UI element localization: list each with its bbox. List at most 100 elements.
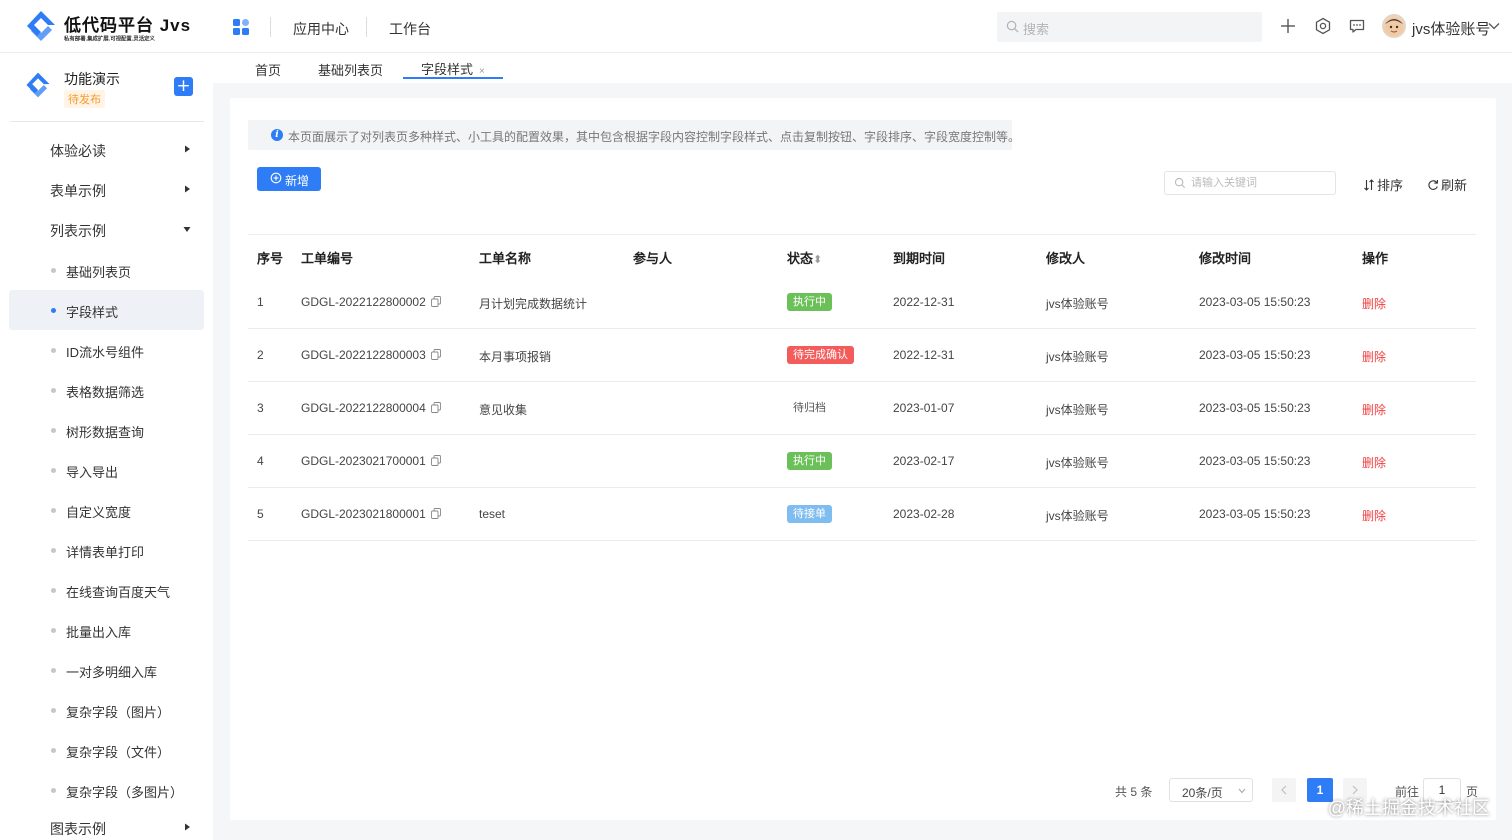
sidebar: 功能演示 待发布 + 体验必读 表单示例 列表示例 基础列表页 字段样式 ID流… [0,53,213,840]
tab-home[interactable]: 首页 [255,60,281,79]
cell-code: GDGL-2023021800001 [301,507,441,521]
delete-link[interactable]: 删除 [1362,348,1386,365]
table-divider [248,234,1476,235]
sidebar-item-table-filter[interactable]: 表格数据筛选 [9,370,204,410]
sidebar-divider [10,121,204,122]
page-size-select[interactable]: 20条/页 [1169,778,1253,802]
tab-field-style[interactable]: 字段样式 × [421,59,485,78]
user-name[interactable]: jvs体验账号 [1412,18,1490,39]
bullet-dot [51,628,56,633]
sidebar-item-batch-stock[interactable]: 批量出入库 [9,610,204,650]
sidebar-item-label: 批量出入库 [66,625,132,640]
sidebar-item-complex-file[interactable]: 复杂字段（文件） [9,730,204,770]
tab-basic-list[interactable]: 基础列表页 [318,60,383,79]
settings-gear-icon[interactable] [1314,17,1332,35]
menu-group-intro[interactable]: 体验必读 [0,130,213,170]
jvs-logo-icon[interactable] [24,9,58,43]
copy-icon[interactable] [430,402,441,413]
column-header-modifier: 修改人 [1046,251,1086,266]
copy-icon[interactable] [430,455,441,466]
sidebar-item-complex-multi-image[interactable]: 复杂字段（多图片） [9,770,204,810]
sidebar-item-detail-print[interactable]: 详情表单打印 [9,530,204,570]
cell-modifier: jvs体验账号 [1046,509,1109,523]
copy-icon[interactable] [430,296,441,307]
sort-toggle-icon[interactable]: ⬍ [813,253,822,266]
delete-link[interactable]: 删除 [1362,295,1386,312]
search-icon [1006,20,1019,33]
keyword-search-field[interactable] [1164,171,1336,195]
status-badge: 待完成确认 [787,346,854,364]
sort-button[interactable]: 排序 [1363,175,1403,194]
sidebar-item-label: 复杂字段（图片） [66,705,171,720]
message-icon[interactable] [1348,17,1366,35]
status-badge: 执行中 [787,293,832,311]
status-badge: 待接单 [787,505,832,523]
column-header-name: 工单名称 [479,251,532,266]
cell-modified: 2023-03-05 15:50:23 [1199,401,1311,415]
menu-group-label: 图表示例 [50,821,106,837]
sidebar-item-one-to-many[interactable]: 一对多明细入库 [9,650,204,690]
app-logo-icon [26,72,50,98]
sidebar-item-label: 复杂字段（多图片） [66,785,184,800]
sidebar-item-import-export[interactable]: 导入导出 [9,450,204,490]
refresh-button[interactable]: 刷新 [1427,175,1467,194]
info-icon: i [271,129,283,141]
copy-icon[interactable] [430,349,441,360]
cell-modifier: jvs体验账号 [1046,350,1109,364]
keyword-input[interactable] [1191,175,1331,191]
delete-link[interactable]: 删除 [1362,454,1386,471]
sidebar-item-complex-image[interactable]: 复杂字段（图片） [9,690,204,730]
bullet-dot [51,308,56,313]
page-tabs: 首页 基础列表页 字段样式 × [213,53,1512,83]
chevron-left-icon [1281,785,1287,795]
sidebar-item-custom-width[interactable]: 自定义宽度 [9,490,204,530]
sidebar-item-label: ID流水号组件 [66,345,145,360]
sidebar-item-tree-query[interactable]: 树形数据查询 [9,410,204,450]
bullet-dot [51,388,56,393]
add-new-button[interactable]: 新增 [257,167,321,191]
sidebar-item-weather[interactable]: 在线查询百度天气 [9,570,204,610]
status-badge: 待归档 [793,402,826,414]
plus-icon[interactable] [1279,17,1297,35]
search-placeholder: 搜索 [1023,22,1050,37]
prev-page-button[interactable] [1272,778,1296,802]
cell-no: 4 [257,454,264,468]
copy-icon[interactable] [430,508,441,519]
pagination-total: 共 5 条 [1115,785,1153,799]
avatar-face-icon [1385,18,1403,36]
nav-workbench[interactable]: 工作台 [389,19,431,39]
nav-app-center[interactable]: 应用中心 [293,19,349,39]
sidebar-item-basic-list[interactable]: 基础列表页 [9,250,204,290]
menu-group-label: 列表示例 [50,223,106,239]
column-header-status[interactable]: 状态⬍ [787,248,822,267]
menu-group-label: 表单示例 [50,183,106,199]
app-name: 功能演示 [64,71,120,87]
menu-group-form[interactable]: 表单示例 [0,170,213,210]
search-icon [1174,177,1186,189]
status-header-label: 状态 [787,251,814,266]
chevron-down-icon[interactable] [1488,22,1500,30]
page-size-value: 20条/页 [1182,786,1223,800]
sidebar-item-field-style[interactable]: 字段样式 [9,290,204,330]
cell-due: 2023-02-28 [893,507,955,521]
content-card: i 本页面展示了对列表页多种样式、小工具的配置效果，其中包含根据字段内容控制字段… [230,98,1496,820]
menu-group-list[interactable]: 列表示例 [0,210,213,250]
global-search-input[interactable]: 搜索 [997,12,1262,42]
bullet-dot [51,708,56,713]
delete-link[interactable]: 删除 [1362,507,1386,524]
table-row: 2 GDGL-2022122800003 本月事项报销 待完成确认 2022-1… [248,329,1476,382]
cell-modified: 2023-03-05 15:50:23 [1199,507,1311,521]
sidebar-item-label: 基础列表页 [66,265,132,280]
add-menu-button[interactable]: + [174,77,193,96]
top-bar: 低代码平台 Jvs 私有部署.集成扩展.可视配置.灵活定义 应用中心 工作台 搜… [0,0,1512,53]
close-icon[interactable]: × [479,66,485,77]
cell-no: 2 [257,348,264,362]
delete-link[interactable]: 删除 [1362,401,1386,418]
apps-grid-icon[interactable] [233,19,249,35]
user-avatar[interactable] [1382,14,1406,38]
cell-modifier: jvs体验账号 [1046,403,1109,417]
sidebar-item-label: 树形数据查询 [66,425,145,440]
sidebar-item-id-serial[interactable]: ID流水号组件 [9,330,204,370]
menu-group-chart[interactable]: 图表示例 [0,808,213,840]
sidebar-item-label: 导入导出 [66,465,119,480]
